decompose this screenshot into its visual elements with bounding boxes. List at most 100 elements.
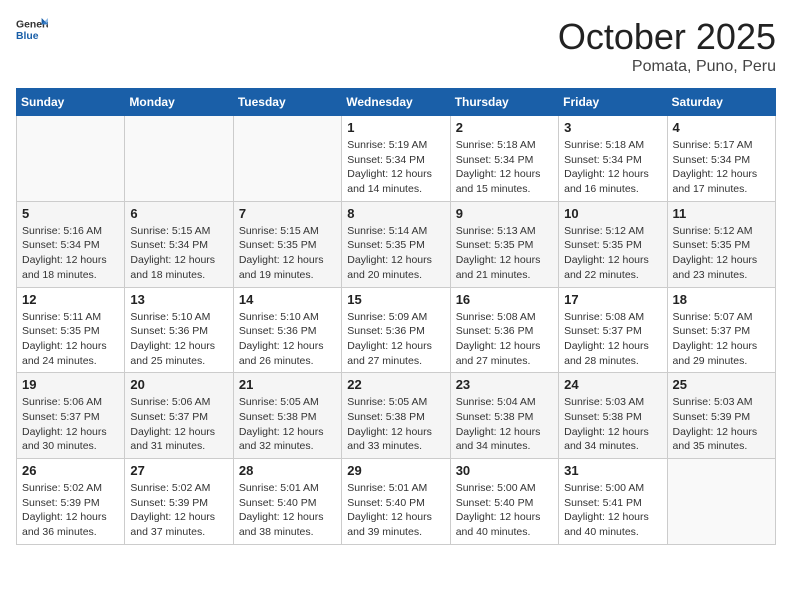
day-number: 24 [564, 377, 661, 392]
calendar-cell: 21 Sunrise: 5:05 AM Sunset: 5:38 PM Dayli… [233, 373, 341, 459]
day-info: Sunrise: 5:06 AM Sunset: 5:37 PM Dayligh… [130, 395, 227, 454]
calendar-cell: 30 Sunrise: 5:00 AM Sunset: 5:40 PM Dayli… [450, 459, 558, 545]
day-info: Sunrise: 5:00 AM Sunset: 5:41 PM Dayligh… [564, 481, 661, 540]
day-number: 25 [673, 377, 770, 392]
day-info: Sunrise: 5:18 AM Sunset: 5:34 PM Dayligh… [456, 138, 553, 197]
calendar-cell: 17 Sunrise: 5:08 AM Sunset: 5:37 PM Dayli… [559, 287, 667, 373]
day-number: 13 [130, 292, 227, 307]
day-info: Sunrise: 5:13 AM Sunset: 5:35 PM Dayligh… [456, 224, 553, 283]
day-number: 27 [130, 463, 227, 478]
day-info: Sunrise: 5:08 AM Sunset: 5:36 PM Dayligh… [456, 310, 553, 369]
day-number: 16 [456, 292, 553, 307]
day-header-tuesday: Tuesday [233, 89, 341, 116]
day-info: Sunrise: 5:07 AM Sunset: 5:37 PM Dayligh… [673, 310, 770, 369]
day-number: 12 [22, 292, 119, 307]
day-info: Sunrise: 5:11 AM Sunset: 5:35 PM Dayligh… [22, 310, 119, 369]
day-info: Sunrise: 5:06 AM Sunset: 5:37 PM Dayligh… [22, 395, 119, 454]
title-block: October 2025 Pomata, Puno, Peru [558, 16, 776, 76]
calendar-cell: 3 Sunrise: 5:18 AM Sunset: 5:34 PM Daylig… [559, 116, 667, 202]
svg-text:Blue: Blue [16, 31, 39, 42]
day-info: Sunrise: 5:16 AM Sunset: 5:34 PM Dayligh… [22, 224, 119, 283]
day-number: 1 [347, 120, 444, 135]
calendar-cell [17, 116, 125, 202]
day-info: Sunrise: 5:08 AM Sunset: 5:37 PM Dayligh… [564, 310, 661, 369]
calendar-cell: 28 Sunrise: 5:01 AM Sunset: 5:40 PM Dayli… [233, 459, 341, 545]
calendar-cell [233, 116, 341, 202]
day-header-thursday: Thursday [450, 89, 558, 116]
day-info: Sunrise: 5:14 AM Sunset: 5:35 PM Dayligh… [347, 224, 444, 283]
calendar-cell: 31 Sunrise: 5:00 AM Sunset: 5:41 PM Dayli… [559, 459, 667, 545]
calendar-header-row: SundayMondayTuesdayWednesdayThursdayFrid… [17, 89, 776, 116]
day-info: Sunrise: 5:10 AM Sunset: 5:36 PM Dayligh… [130, 310, 227, 369]
calendar-week-4: 19 Sunrise: 5:06 AM Sunset: 5:37 PM Dayli… [17, 373, 776, 459]
day-number: 2 [456, 120, 553, 135]
calendar-cell: 7Sunrise: 5:15 AM Sunset: 5:35 PM Daylig… [233, 201, 341, 287]
day-number: 23 [456, 377, 553, 392]
day-number: 18 [673, 292, 770, 307]
day-number: 9 [456, 206, 553, 221]
day-info: Sunrise: 5:09 AM Sunset: 5:36 PM Dayligh… [347, 310, 444, 369]
calendar-cell: 20Sunrise: 5:06 AM Sunset: 5:37 PM Dayli… [125, 373, 233, 459]
logo: General Blue [16, 16, 48, 44]
day-number: 19 [22, 377, 119, 392]
day-number: 4 [673, 120, 770, 135]
calendar-week-1: 1 Sunrise: 5:19 AM Sunset: 5:34 PM Daylig… [17, 116, 776, 202]
calendar-cell: 8Sunrise: 5:14 AM Sunset: 5:35 PM Daylig… [342, 201, 450, 287]
day-info: Sunrise: 5:01 AM Sunset: 5:40 PM Dayligh… [347, 481, 444, 540]
day-number: 21 [239, 377, 336, 392]
calendar-cell: 15 Sunrise: 5:09 AM Sunset: 5:36 PM Dayli… [342, 287, 450, 373]
calendar-table: SundayMondayTuesdayWednesdayThursdayFrid… [16, 88, 776, 545]
day-info: Sunrise: 5:10 AM Sunset: 5:36 PM Dayligh… [239, 310, 336, 369]
day-header-sunday: Sunday [17, 89, 125, 116]
calendar-cell: 14Sunrise: 5:10 AM Sunset: 5:36 PM Dayli… [233, 287, 341, 373]
calendar-cell: 27 Sunrise: 5:02 AM Sunset: 5:39 PM Dayli… [125, 459, 233, 545]
calendar-cell: 5 Sunrise: 5:16 AM Sunset: 5:34 PM Daylig… [17, 201, 125, 287]
day-info: Sunrise: 5:03 AM Sunset: 5:38 PM Dayligh… [564, 395, 661, 454]
calendar-cell: 23 Sunrise: 5:04 AM Sunset: 5:38 PM Dayli… [450, 373, 558, 459]
day-header-wednesday: Wednesday [342, 89, 450, 116]
day-info: Sunrise: 5:02 AM Sunset: 5:39 PM Dayligh… [22, 481, 119, 540]
calendar-cell: 6Sunrise: 5:15 AM Sunset: 5:34 PM Daylig… [125, 201, 233, 287]
day-number: 29 [347, 463, 444, 478]
calendar-cell: 16 Sunrise: 5:08 AM Sunset: 5:36 PM Dayli… [450, 287, 558, 373]
day-number: 3 [564, 120, 661, 135]
location-subtitle: Pomata, Puno, Peru [558, 58, 776, 76]
day-info: Sunrise: 5:17 AM Sunset: 5:34 PM Dayligh… [673, 138, 770, 197]
calendar-cell: 29 Sunrise: 5:01 AM Sunset: 5:40 PM Dayli… [342, 459, 450, 545]
calendar-cell: 11Sunrise: 5:12 AM Sunset: 5:35 PM Dayli… [667, 201, 775, 287]
day-info: Sunrise: 5:04 AM Sunset: 5:38 PM Dayligh… [456, 395, 553, 454]
day-number: 22 [347, 377, 444, 392]
day-number: 26 [22, 463, 119, 478]
calendar-cell: 10Sunrise: 5:12 AM Sunset: 5:35 PM Dayli… [559, 201, 667, 287]
calendar-cell: 25 Sunrise: 5:03 AM Sunset: 5:39 PM Dayli… [667, 373, 775, 459]
day-info: Sunrise: 5:02 AM Sunset: 5:39 PM Dayligh… [130, 481, 227, 540]
day-info: Sunrise: 5:01 AM Sunset: 5:40 PM Dayligh… [239, 481, 336, 540]
day-info: Sunrise: 5:19 AM Sunset: 5:34 PM Dayligh… [347, 138, 444, 197]
day-number: 28 [239, 463, 336, 478]
calendar-cell: 9 Sunrise: 5:13 AM Sunset: 5:35 PM Daylig… [450, 201, 558, 287]
day-number: 31 [564, 463, 661, 478]
day-number: 10 [564, 206, 661, 221]
calendar-cell: 24 Sunrise: 5:03 AM Sunset: 5:38 PM Dayli… [559, 373, 667, 459]
day-number: 5 [22, 206, 119, 221]
day-info: Sunrise: 5:03 AM Sunset: 5:39 PM Dayligh… [673, 395, 770, 454]
logo-icon: General Blue [16, 16, 48, 44]
calendar-cell: 18 Sunrise: 5:07 AM Sunset: 5:37 PM Dayli… [667, 287, 775, 373]
day-number: 30 [456, 463, 553, 478]
calendar-cell [125, 116, 233, 202]
calendar-cell: 22 Sunrise: 5:05 AM Sunset: 5:38 PM Dayli… [342, 373, 450, 459]
calendar-cell: 2 Sunrise: 5:18 AM Sunset: 5:34 PM Daylig… [450, 116, 558, 202]
calendar-cell: 12 Sunrise: 5:11 AM Sunset: 5:35 PM Dayli… [17, 287, 125, 373]
day-number: 15 [347, 292, 444, 307]
day-header-friday: Friday [559, 89, 667, 116]
day-info: Sunrise: 5:05 AM Sunset: 5:38 PM Dayligh… [347, 395, 444, 454]
day-info: Sunrise: 5:00 AM Sunset: 5:40 PM Dayligh… [456, 481, 553, 540]
day-info: Sunrise: 5:18 AM Sunset: 5:34 PM Dayligh… [564, 138, 661, 197]
day-number: 17 [564, 292, 661, 307]
calendar-cell: 4 Sunrise: 5:17 AM Sunset: 5:34 PM Daylig… [667, 116, 775, 202]
day-info: Sunrise: 5:05 AM Sunset: 5:38 PM Dayligh… [239, 395, 336, 454]
calendar-cell [667, 459, 775, 545]
calendar-week-2: 5 Sunrise: 5:16 AM Sunset: 5:34 PM Daylig… [17, 201, 776, 287]
month-title: October 2025 [558, 16, 776, 58]
calendar-cell: 1 Sunrise: 5:19 AM Sunset: 5:34 PM Daylig… [342, 116, 450, 202]
